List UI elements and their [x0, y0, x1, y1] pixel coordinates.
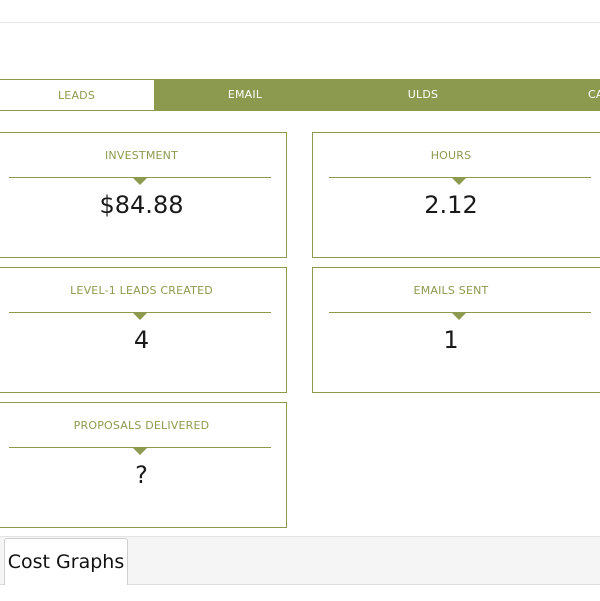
hours-card: HOURS 2.12 — [312, 132, 600, 258]
emails-sent-card: EMAILS SENT 1 — [312, 267, 600, 393]
investment-title: INVESTMENT — [104, 149, 179, 162]
tab-email[interactable]: EMAIL — [168, 79, 322, 111]
investment-value: $84.88 — [99, 191, 184, 219]
caret-down-icon — [133, 448, 147, 455]
emails-sent-title: EMAILS SENT — [413, 284, 489, 297]
tab-ulds[interactable]: ULDS — [346, 79, 500, 111]
category-tab-bar: LEADS EMAIL ULDS CA — [0, 79, 600, 111]
top-header-bar — [0, 0, 600, 23]
emails-sent-value: 1 — [443, 326, 459, 354]
caret-down-icon — [452, 178, 466, 185]
caret-down-icon — [133, 313, 147, 320]
proposals-delivered-title: PROPOSALS DELIVERED — [73, 419, 210, 432]
hours-value: 2.12 — [424, 191, 478, 219]
proposals-delivered-card: PROPOSALS DELIVERED ? — [0, 402, 287, 528]
cost-graphs-tab[interactable]: Cost Graphs — [4, 538, 128, 585]
proposals-delivered-value: ? — [135, 461, 148, 489]
investment-card: INVESTMENT $84.88 — [0, 132, 287, 258]
caret-down-icon — [452, 313, 466, 320]
cost-graphs-panel — [0, 584, 600, 601]
tab-leads[interactable]: LEADS — [0, 79, 154, 111]
leads-created-value: 4 — [133, 326, 150, 354]
leads-created-card: LEVEL-1 LEADS CREATED 4 — [0, 267, 287, 393]
caret-down-icon — [133, 178, 147, 185]
leads-created-title: LEVEL-1 LEADS CREATED — [70, 284, 213, 297]
tab-ca[interactable]: CA — [588, 79, 600, 111]
hours-title: HOURS — [430, 149, 472, 162]
